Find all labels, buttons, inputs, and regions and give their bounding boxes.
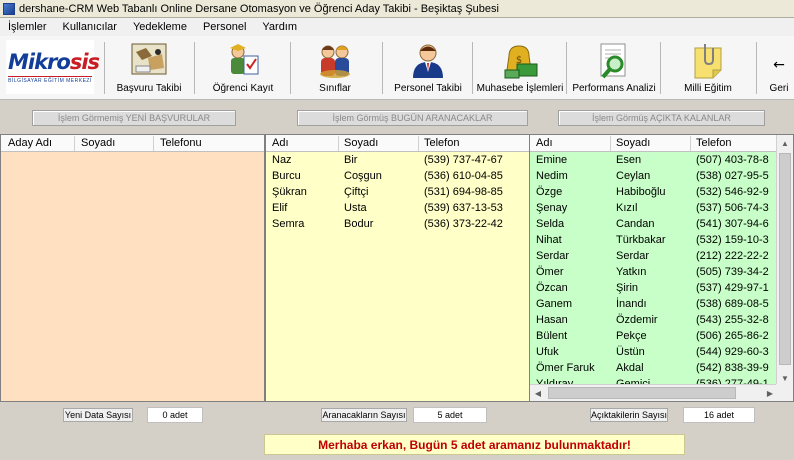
title-bar: dershane-CRM Web Tabanlı Online Dersane …: [0, 0, 794, 18]
column-header-soyadi[interactable]: Soyadı: [81, 137, 115, 149]
menu-yedekleme[interactable]: Yedekleme: [133, 21, 187, 33]
menu-personel[interactable]: Personel: [203, 21, 246, 33]
milli-egitim-button[interactable]: Milli Eğitim: [670, 38, 746, 98]
table-row[interactable]: Şükran Çiftçi (531) 694-98-85: [266, 184, 529, 200]
toolbar-separator: [756, 42, 757, 94]
back-arrow-icon: ←: [773, 57, 785, 73]
table-row[interactable]: Ufuk Üstün (544) 929-60-3: [530, 344, 778, 360]
table-row[interactable]: Ganem İnandı (538) 689-08-5: [530, 296, 778, 312]
open-records-button[interactable]: İşlem Görmüş AÇIKTA KALANLAR: [558, 110, 765, 126]
scroll-thumb[interactable]: [548, 387, 736, 399]
table-row[interactable]: Özge Habiboğlu (532) 546-92-9: [530, 184, 778, 200]
open-count-value: 16 adet: [683, 407, 755, 423]
calls-count-value: 5 adet: [413, 407, 487, 423]
table-row[interactable]: Ömer Faruk Akdal (542) 838-39-9: [530, 360, 778, 376]
table-row[interactable]: Hasan Özdemir (543) 255-32-8: [530, 312, 778, 328]
todays-calls-button[interactable]: İşlem Görmüş BUGÜN ARANACAKLAR: [297, 110, 528, 126]
todays-calls-grid[interactable]: Adı Soyadı Telefon Naz Bir (539) 737-47-…: [265, 134, 530, 402]
staff-tracking-icon: [413, 44, 443, 78]
table-row[interactable]: Selda Candan (541) 307-94-6: [530, 216, 778, 232]
table-row[interactable]: Naz Bir (539) 737-47-67: [266, 152, 529, 168]
menu-kullanicilar[interactable]: Kullanıcılar: [63, 21, 117, 33]
toolbar-separator: [382, 42, 383, 94]
app-icon: [3, 2, 15, 15]
new-data-count-label: Yeni Data Sayısı: [63, 408, 133, 422]
personel-takibi-button[interactable]: Personel Takibi: [390, 38, 466, 98]
ogrenci-kayit-button[interactable]: Öğrenci Kayıt: [208, 38, 278, 98]
column-header-telefon[interactable]: Telefon: [424, 137, 459, 149]
toolbar: Mikrosis BİLGİSAYAR EĞİTİM MERKEZİ Başvu…: [0, 36, 794, 100]
column-header-adi[interactable]: Adı: [272, 137, 289, 149]
application-tracking-icon: [131, 43, 167, 75]
menu-islemler[interactable]: İşlemler: [8, 21, 47, 33]
column-header-aday-adi[interactable]: Aday Adı: [8, 137, 52, 149]
table-row[interactable]: Emine Esen (507) 403-78-8: [530, 152, 778, 168]
toolbar-separator: [290, 42, 291, 94]
horizontal-scrollbar[interactable]: ◀ ▶: [530, 384, 778, 401]
column-header-telefonu[interactable]: Telefonu: [160, 137, 202, 149]
column-header-soyadi[interactable]: Soyadı: [344, 137, 378, 149]
scroll-corner: [776, 384, 793, 401]
note-clip-icon: [694, 44, 722, 79]
welcome-message: Merhaba erkan, Bugün 5 adet aramanız bul…: [264, 434, 685, 455]
scroll-thumb[interactable]: [779, 153, 791, 365]
student-registration-icon: [230, 44, 259, 75]
table-row[interactable]: Ömer Yatkın (505) 739-34-2: [530, 264, 778, 280]
grid-header: Adı Soyadı Telefon: [530, 135, 778, 152]
table-row[interactable]: Nedim Ceylan (538) 027-95-5: [530, 168, 778, 184]
toolbar-separator: [660, 42, 661, 94]
menu-yardim[interactable]: Yardım: [262, 21, 297, 33]
open-records-grid[interactable]: Adı Soyadı Telefon Emine Esen (507) 403-78…: [529, 134, 794, 402]
column-header-telefon[interactable]: Telefon: [696, 137, 731, 149]
performance-analysis-icon: [600, 43, 626, 79]
new-data-count-value: 0 adet: [147, 407, 203, 423]
window-title: dershane-CRM Web Tabanlı Online Dersane …: [19, 2, 499, 15]
siniflar-button[interactable]: Sınıflar: [300, 38, 370, 98]
table-row[interactable]: Elif Usta (539) 637-13-53: [266, 200, 529, 216]
new-applications-grid[interactable]: Aday Adı Soyadı Telefonu: [0, 134, 265, 402]
performans-analizi-button[interactable]: Performans Analizi: [570, 38, 658, 98]
accounting-icon: $: [504, 45, 538, 79]
vertical-scrollbar[interactable]: ▲ ▼: [776, 135, 793, 386]
calls-count-label: Aranacakların Sayısı: [321, 408, 407, 422]
open-count-label: Açıktakilerin Sayısı: [590, 408, 668, 422]
grid-rows: Naz Bir (539) 737-47-67 Burcu Coşgun (53…: [266, 152, 529, 232]
table-row[interactable]: Bülent Pekçe (506) 265-86-2: [530, 328, 778, 344]
classes-icon: [320, 45, 350, 78]
scroll-up-icon[interactable]: ▲: [777, 135, 793, 151]
scroll-left-icon[interactable]: ◀: [530, 385, 546, 401]
column-header-adi[interactable]: Adı: [536, 137, 553, 149]
table-row[interactable]: Semra Bodur (536) 373-22-42: [266, 216, 529, 232]
table-row[interactable]: Serdar Serdar (212) 222-22-2: [530, 248, 778, 264]
grid-header: Aday Adı Soyadı Telefonu: [1, 135, 264, 152]
toolbar-separator: [472, 42, 473, 94]
grid-rows: Emine Esen (507) 403-78-8 Nedim Ceylan (538)…: [530, 152, 778, 392]
geri-button[interactable]: ← Geri: [764, 38, 794, 98]
grid-header: Adı Soyadı Telefon: [266, 135, 529, 152]
basvuru-takibi-button[interactable]: Başvuru Takibi: [114, 38, 184, 98]
table-row[interactable]: Nihat Türkbakar (532) 159-10-3: [530, 232, 778, 248]
column-header-soyadi[interactable]: Soyadı: [616, 137, 650, 149]
new-applications-button[interactable]: İşlem Görmemiş YENİ BAŞVURULAR: [32, 110, 236, 126]
table-row[interactable]: Şenay Kızıl (537) 506-74-3: [530, 200, 778, 216]
toolbar-separator: [194, 42, 195, 94]
toolbar-separator: [566, 42, 567, 94]
toolbar-separator: [104, 42, 105, 94]
mikrosis-logo: Mikrosis BİLGİSAYAR EĞİTİM MERKEZİ: [6, 40, 100, 94]
table-row[interactable]: Özcan Şirin (537) 429-97-1: [530, 280, 778, 296]
table-row[interactable]: Burcu Coşgun (536) 610-04-85: [266, 168, 529, 184]
menu-bar: İşlemler Kullanıcılar Yedekleme Personel…: [0, 18, 794, 36]
muhasebe-islemleri-button[interactable]: $ Muhasebe İşlemleri: [476, 38, 564, 98]
